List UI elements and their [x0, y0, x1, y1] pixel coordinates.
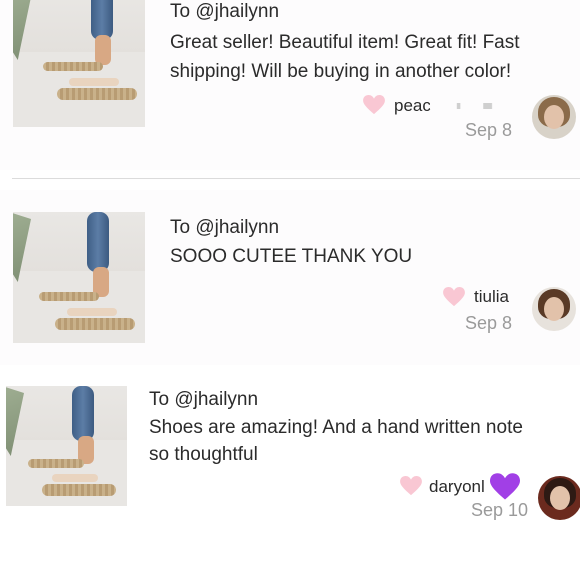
jeans-leg — [91, 0, 113, 40]
sandal-sole — [39, 292, 99, 301]
username[interactable]: tiulia — [474, 287, 509, 307]
pavement — [13, 270, 145, 343]
review-line: SOOO CUTEE THANK YOU — [170, 246, 413, 267]
review-date: Sep 8 — [465, 120, 513, 140]
divider — [12, 178, 580, 179]
avatar-face — [544, 105, 564, 129]
sandal-sole — [42, 484, 116, 496]
heart-icon[interactable] — [443, 287, 465, 307]
sandal-strap — [52, 474, 98, 482]
review-card: To @jhailynn SOOO CUTEE THANK YOU tiulia… — [0, 190, 580, 365]
review-card: To @jhailynn Great seller! Beautiful ite… — [0, 0, 580, 170]
recipient: To @jhailynn — [149, 389, 259, 410]
redaction — [430, 103, 518, 109]
ankle — [95, 35, 111, 65]
heart-icon[interactable] — [400, 476, 422, 496]
heart-icon[interactable] — [363, 95, 385, 115]
review-date: Sep 8 — [465, 313, 513, 333]
recipient: To @jhailynn — [170, 1, 280, 22]
product-thumbnail[interactable] — [13, 0, 145, 127]
avatar[interactable] — [538, 476, 580, 520]
avatar[interactable] — [532, 287, 576, 331]
review-card: To @jhailynn Shoes are amazing! And a ha… — [0, 372, 580, 540]
username[interactable]: daryonl — [429, 477, 485, 497]
sandal-strap — [69, 78, 119, 86]
jeans-leg — [72, 386, 94, 441]
sandal-sole — [55, 318, 135, 330]
avatar[interactable] — [532, 95, 576, 139]
pavement — [6, 440, 127, 506]
sandal-sole — [57, 88, 137, 100]
jeans-leg — [87, 212, 109, 272]
review-line: Great seller! Beautiful item! Great fit!… — [170, 32, 520, 53]
recipient: To @jhailynn — [170, 217, 280, 238]
review-date: Sep 10 — [471, 500, 529, 520]
sandal-sole — [43, 62, 103, 71]
purple-heart-emoji — [490, 473, 520, 500]
review-line: so thoughtful — [149, 444, 258, 465]
username[interactable]: peac — [394, 96, 431, 116]
sandal-sole — [28, 459, 84, 468]
avatar-face — [544, 297, 564, 321]
redaction — [470, 285, 520, 290]
avatar-face — [550, 486, 570, 510]
product-thumbnail[interactable] — [13, 212, 145, 343]
sandal-strap — [67, 308, 117, 316]
product-thumbnail[interactable] — [6, 386, 127, 506]
review-line: shipping! Will be buying in another colo… — [170, 61, 512, 82]
review-line: Shoes are amazing! And a hand written no… — [149, 417, 523, 438]
